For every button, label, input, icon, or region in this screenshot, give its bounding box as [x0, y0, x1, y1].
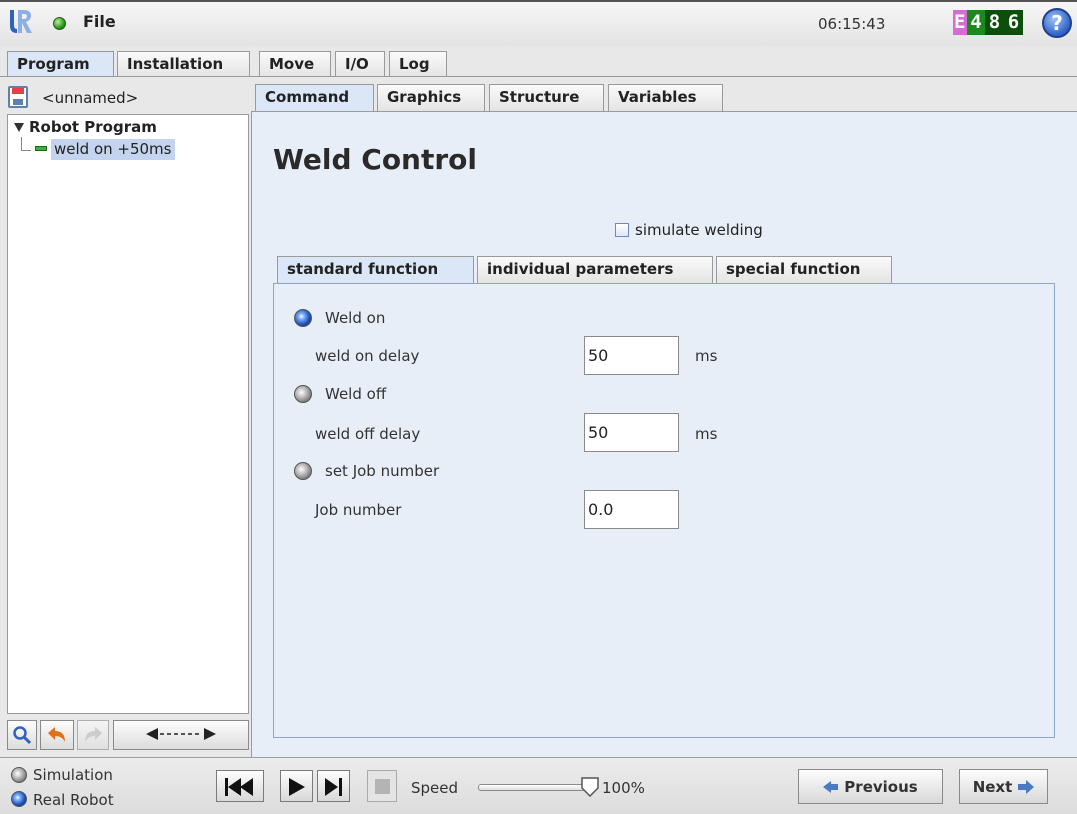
weld-on-delay-input[interactable]: 50	[584, 336, 679, 375]
search-icon	[13, 726, 32, 745]
arrow-right-icon	[1018, 779, 1035, 794]
speed-label: Speed	[411, 779, 459, 797]
rewind-button[interactable]	[216, 770, 264, 802]
tab-standard-function[interactable]: standard function	[277, 256, 474, 283]
next-button[interactable]: Next	[959, 769, 1048, 804]
weld-off-delay-input[interactable]: 50	[584, 413, 679, 452]
speed-slider[interactable]	[478, 784, 593, 791]
job-number-input[interactable]: 0.0	[584, 490, 679, 529]
previous-button[interactable]: Previous	[798, 769, 943, 804]
set-job-number-radio[interactable]	[294, 462, 312, 480]
tab-divider	[0, 76, 1077, 77]
clock: 06:15:43	[818, 15, 886, 33]
tab-structure[interactable]: Structure	[489, 84, 604, 111]
play-icon	[288, 778, 305, 796]
tab-move[interactable]: Move	[259, 51, 331, 77]
tree-root-label: Robot Program	[29, 118, 157, 136]
simulate-welding-checkbox[interactable]: simulate welding	[615, 221, 763, 239]
weld-off-radio[interactable]	[294, 385, 312, 403]
tab-installation[interactable]: Installation	[117, 51, 250, 77]
weld-on-delay-label: weld on delay	[315, 347, 420, 365]
tree-item-weld-on[interactable]: weld on +50ms	[51, 139, 175, 160]
page-title: Weld Control	[273, 143, 478, 176]
simulation-radio[interactable]	[11, 767, 27, 783]
error-badge[interactable]: E 4 8 6	[953, 10, 1023, 35]
error-badge-char: 8	[985, 10, 1004, 35]
weld-node-icon	[35, 146, 47, 151]
tab-special-function[interactable]: special function	[716, 256, 892, 283]
weld-off-label: Weld off	[325, 385, 387, 403]
undo-icon	[48, 727, 65, 742]
tree-root[interactable]: Robot Program	[14, 118, 157, 136]
tree-connector	[21, 137, 31, 151]
job-number-label: Job number	[315, 501, 402, 519]
move-node-button[interactable]	[113, 720, 249, 750]
tab-program[interactable]: Program	[7, 51, 114, 77]
step-button[interactable]	[317, 770, 350, 802]
save-icon[interactable]	[8, 86, 28, 108]
set-job-number-label: set Job number	[325, 462, 440, 480]
real-robot-label: Real Robot	[33, 791, 114, 809]
tab-io[interactable]: I/O	[335, 51, 385, 77]
arrow-left-icon-tail	[831, 783, 839, 790]
stop-button[interactable]	[367, 770, 397, 802]
program-name: <unnamed>	[42, 89, 139, 107]
robot-status-icon	[53, 17, 66, 30]
program-tree[interactable]: Robot Program weld on +50ms	[7, 114, 249, 714]
rewind-icon	[225, 778, 253, 796]
weld-off-delay-label: weld off delay	[315, 425, 421, 443]
expand-arrow-icon[interactable]	[14, 123, 24, 132]
tab-graphics[interactable]: Graphics	[377, 84, 485, 111]
weld-off-delay-unit: ms	[695, 425, 718, 443]
weld-on-delay-unit: ms	[695, 347, 718, 365]
error-badge-char: 4	[967, 10, 985, 35]
speed-value: 100%	[602, 779, 645, 797]
tab-log[interactable]: Log	[389, 51, 447, 77]
help-button[interactable]: ?	[1042, 8, 1072, 38]
weld-on-label: Weld on	[325, 309, 386, 327]
top-bar	[0, 0, 1077, 46]
simulate-welding-label: simulate welding	[635, 221, 763, 239]
redo-button[interactable]	[77, 720, 109, 750]
step-icon	[324, 778, 342, 796]
search-button[interactable]	[7, 720, 37, 750]
redo-icon	[85, 727, 102, 742]
simulation-label: Simulation	[33, 766, 113, 784]
real-robot-radio[interactable]	[11, 791, 27, 807]
move-arrows-icon	[146, 728, 216, 740]
ur-logo-icon	[10, 10, 32, 33]
tab-command[interactable]: Command	[255, 84, 374, 111]
weld-on-radio[interactable]	[294, 309, 312, 327]
file-menu[interactable]: File	[83, 12, 116, 31]
error-badge-char: 6	[1004, 10, 1023, 35]
tab-variables[interactable]: Variables	[608, 84, 723, 111]
undo-button[interactable]	[40, 720, 74, 750]
next-label: Next	[972, 777, 1013, 796]
play-button[interactable]	[280, 770, 313, 802]
checkbox-box[interactable]	[615, 223, 629, 237]
arrow-left-icon	[823, 780, 832, 793]
tab-individual-parameters[interactable]: individual parameters	[477, 256, 713, 283]
speed-slider-thumb[interactable]	[581, 777, 599, 797]
error-badge-char: E	[953, 10, 967, 35]
previous-label: Previous	[844, 777, 918, 796]
